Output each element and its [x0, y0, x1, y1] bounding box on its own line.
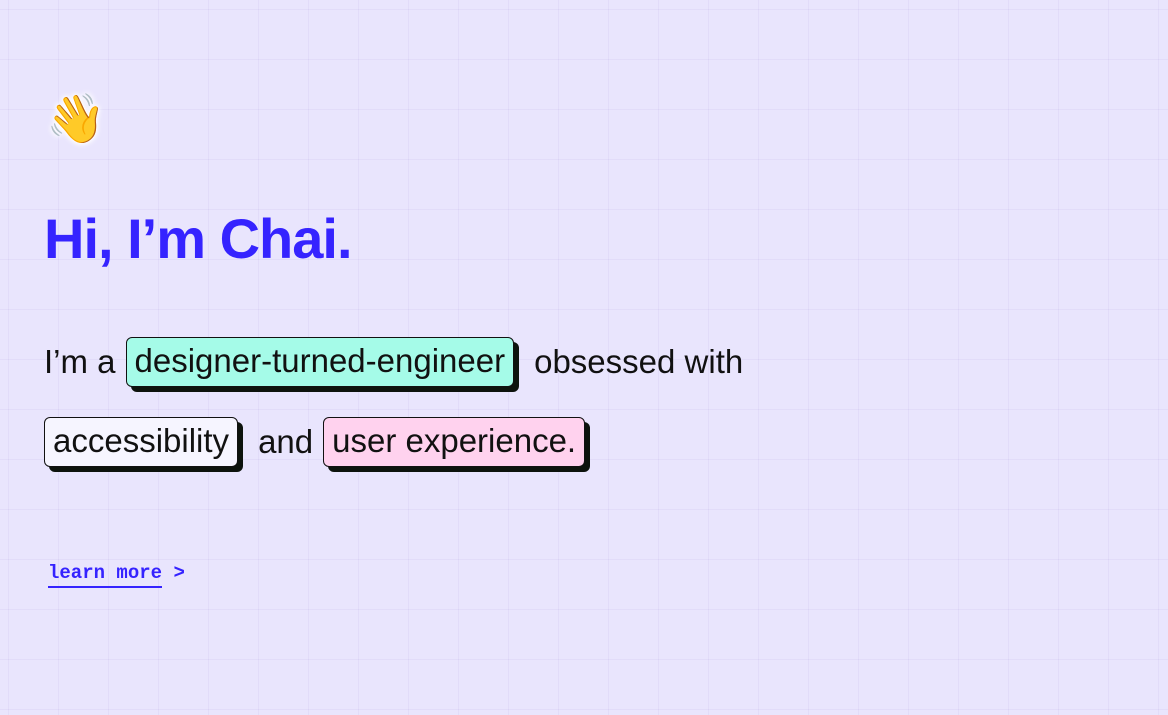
intro-mid: obsessed with: [534, 343, 744, 380]
tag-user-experience: user experience.: [323, 417, 586, 467]
learn-more-link-container: learn more >: [48, 562, 185, 588]
intro-prefix: I’m a: [44, 343, 116, 380]
tag-accessibility: accessibility: [44, 417, 239, 467]
learn-more-link[interactable]: learn more: [48, 562, 163, 588]
intro-line-2: accessibility and user experience.: [44, 417, 586, 467]
waving-hand-icon: 👋: [46, 93, 106, 146]
chevron-right-icon[interactable]: >: [173, 562, 184, 584]
intro-line-1: I’m a designer-turned-engineer obsessed …: [44, 337, 743, 387]
conjunction: and: [258, 423, 314, 460]
tag-role: designer-turned-engineer: [125, 337, 515, 387]
page-title: Hi, I’m Chai.: [44, 207, 352, 270]
